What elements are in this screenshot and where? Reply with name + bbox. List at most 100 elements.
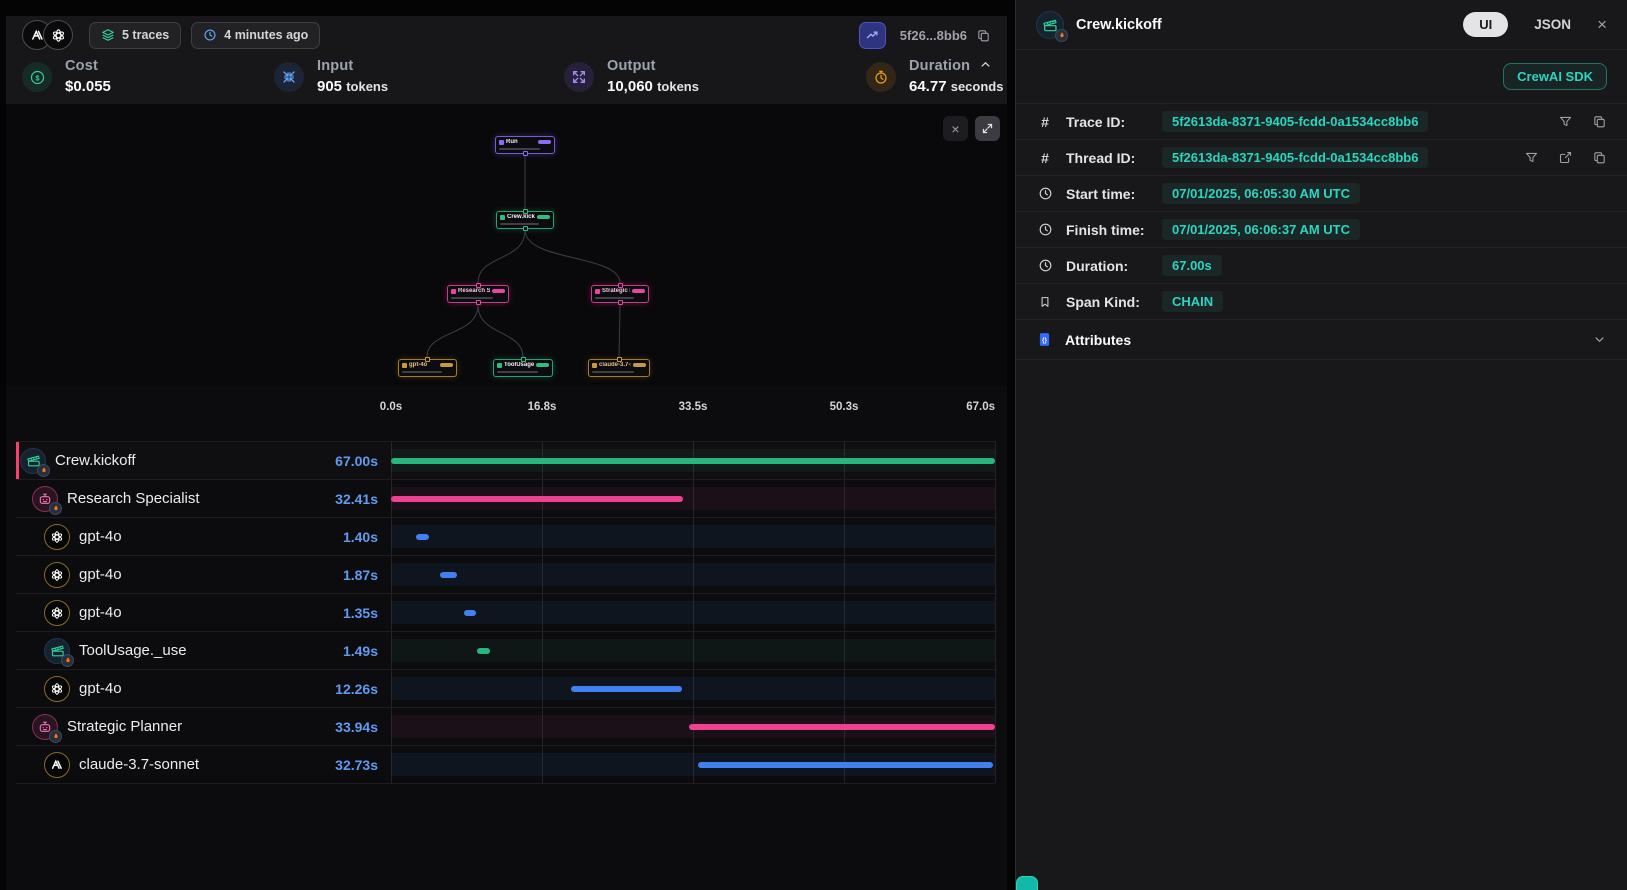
field-label: Trace ID: [1066, 114, 1154, 130]
node-label: ToolUsage._use [504, 362, 534, 368]
arrows-in-icon [274, 62, 304, 92]
field-finish-time: Finish time: 07/01/2025, 06:06:37 AM UTC [1016, 212, 1627, 248]
graph-expand-button[interactable] [975, 116, 1000, 141]
anthropic-icon [44, 752, 70, 778]
node-label: claude-3.7-sonnet [599, 362, 631, 368]
external-icon[interactable] [1558, 150, 1573, 165]
span-duration: 33.94s [335, 719, 391, 735]
span-duration: 1.49s [343, 643, 391, 659]
filter-icon[interactable] [1558, 114, 1573, 129]
span-name: Crew.kickoff [55, 452, 136, 469]
span-row-research-specialist[interactable]: Research Specialist32.41s [16, 479, 995, 517]
row-track-band [391, 525, 995, 548]
span-bar[interactable] [416, 534, 429, 540]
chevron-down-icon[interactable] [1592, 332, 1607, 347]
span-bar[interactable] [391, 496, 683, 502]
stat-input: Input 905 tokens [274, 58, 388, 95]
span-row-gpt-4o[interactable]: gpt-4o1.40s [16, 517, 995, 555]
copy-icon[interactable] [1592, 150, 1607, 165]
span-bar[interactable] [689, 724, 995, 730]
expand-icon [981, 122, 994, 135]
tab-ui[interactable]: UI [1463, 12, 1508, 37]
span-row-strategic-planner[interactable]: Strategic Planner33.94s [16, 707, 995, 745]
collapse-stats-button[interactable] [975, 54, 995, 74]
span-row-label: gpt-4o1.40s [16, 518, 391, 555]
node-label: Crew.kickoff [507, 214, 535, 220]
node-handle-top [425, 357, 430, 362]
span-row-label: gpt-4o1.87s [16, 556, 391, 593]
node-label: Run [506, 139, 536, 145]
crewai-mini-badge [61, 654, 74, 667]
span-row-claude-3-7-sonnet[interactable]: claude-3.7-sonnet32.73s [16, 745, 995, 783]
graph-close-button[interactable]: × [943, 116, 968, 141]
span-details-panel: Crew.kickoff UI JSON × CrewAI SDK #Trace… [1015, 0, 1627, 890]
field-value: 07/01/2025, 06:05:30 AM UTC [1162, 183, 1360, 204]
span-title: Crew.kickoff [1076, 17, 1463, 33]
node-kind-badge [492, 289, 505, 293]
trace-header: 5 traces 4 minutes ago 5f26...8bb6 $ Cos… [6, 16, 1007, 104]
traces-count-label: 5 traces [122, 28, 169, 42]
close-icon[interactable]: × [1597, 15, 1607, 35]
sdk-row: CrewAI SDK [1016, 50, 1627, 104]
span-bar[interactable] [440, 572, 457, 578]
agent-icon [32, 486, 58, 512]
span-row-crew-kickoff[interactable]: Crew.kickoff 67.00s [16, 441, 995, 479]
span-row-gpt-4o[interactable]: gpt-4o1.35s [16, 593, 995, 631]
span-duration: 67.00s [335, 453, 391, 469]
span-name: Research Specialist [67, 490, 200, 507]
graph-node-crew-kickoff[interactable]: Crew.kickoff [496, 211, 554, 229]
span-track [391, 442, 995, 479]
node-type-icon [595, 289, 600, 294]
filter-icon[interactable] [1524, 150, 1539, 165]
span-row-label: Strategic Planner33.94s [16, 708, 391, 745]
graph-node-research-specialist[interactable]: Research Speciali... [447, 285, 509, 303]
node-handle-top [618, 283, 623, 288]
node-caption [595, 297, 634, 299]
graph-node-toolusage-use[interactable]: ToolUsage._use [493, 359, 553, 377]
span-bar[interactable] [391, 458, 995, 464]
span-bar[interactable] [571, 686, 682, 692]
trace-graph-canvas[interactable]: Run Crew.kickoff Research Speciali... St… [6, 104, 1007, 386]
node-handle-bottom [523, 226, 528, 231]
openai-icon [44, 562, 70, 588]
node-caption [451, 297, 493, 299]
node-type-icon [499, 140, 504, 145]
field-label: Span Kind: [1066, 294, 1154, 310]
graph-node-gpt-4o[interactable]: gpt-4o [398, 359, 457, 377]
trend-button[interactable] [859, 22, 886, 49]
node-caption [500, 223, 539, 225]
crewai-mini-badge [49, 502, 62, 515]
field-value: 07/01/2025, 06:06:37 AM UTC [1162, 219, 1360, 240]
copy-icon[interactable] [976, 28, 991, 43]
span-track [391, 708, 995, 745]
span-row-gpt-4o[interactable]: gpt-4o12.26s [16, 669, 995, 707]
span-name: gpt-4o [79, 566, 122, 583]
attributes-section-toggle[interactable]: {} Attributes [1016, 320, 1627, 360]
traces-count-badge[interactable]: 5 traces [89, 22, 181, 49]
node-caption [592, 371, 634, 373]
stat-value: 64.77 [909, 78, 947, 95]
span-row-gpt-4o[interactable]: gpt-4o1.87s [16, 555, 995, 593]
stat-value: $0.055 [65, 78, 111, 95]
trace-overview-panel: 5 traces 4 minutes ago 5f26...8bb6 $ Cos… [6, 16, 1007, 890]
copy-icon[interactable] [1592, 114, 1607, 129]
field-label: Thread ID: [1066, 150, 1154, 166]
node-type-icon [497, 363, 502, 368]
node-label: Research Speciali... [458, 288, 490, 294]
stat-output: Output 10,060 tokens [564, 58, 699, 95]
timeline-axis: 0.0s16.8s33.5s50.3s67.0s [16, 396, 995, 422]
tab-json[interactable]: JSON [1528, 16, 1577, 33]
span-track [391, 746, 995, 783]
span-bar[interactable] [477, 648, 490, 654]
dollar-icon: $ [22, 62, 52, 92]
field-label: Finish time: [1066, 222, 1154, 238]
graph-node-strategic-planner[interactable]: Strategic Planner [591, 285, 649, 303]
node-handle-bottom [476, 300, 481, 305]
field-thread-id: #Thread ID:5f2613da-8371-9405-fcdd-0a153… [1016, 140, 1627, 176]
crewai-floating-badge[interactable] [1016, 876, 1038, 890]
graph-node-claude-3-7-sonnet[interactable]: claude-3.7-sonnet [588, 359, 650, 377]
graph-node-run[interactable]: Run [495, 136, 555, 154]
span-row-toolusage-use[interactable]: ToolUsage._use1.49s [16, 631, 995, 669]
span-bar[interactable] [464, 610, 476, 616]
span-bar[interactable] [698, 762, 993, 768]
